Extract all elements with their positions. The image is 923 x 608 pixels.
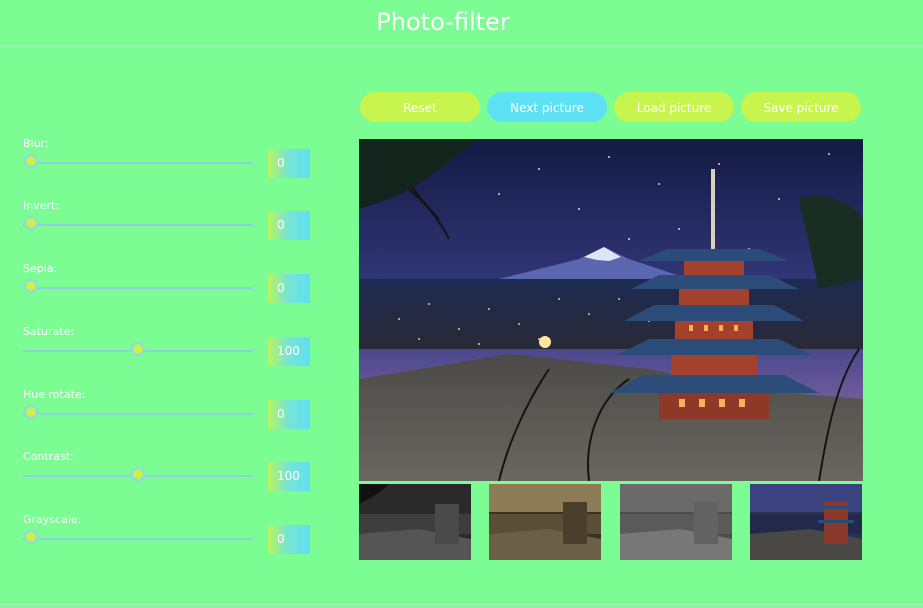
thumbnail-grayscale-dark[interactable]: [359, 484, 471, 560]
grayscale-slider-thumb[interactable]: [24, 530, 38, 544]
contrast-value: 100: [268, 462, 310, 491]
load-picture-button[interactable]: Load picture: [614, 92, 734, 122]
grayscale-value: 0: [268, 525, 310, 554]
next-picture-button[interactable]: Next picture: [487, 92, 607, 122]
sepia-value: 0: [268, 274, 310, 303]
blur-slider-thumb[interactable]: [24, 154, 38, 168]
blur-slider[interactable]: [23, 162, 253, 164]
save-picture-button[interactable]: Save picture: [741, 92, 861, 122]
saturate-label: Saturate:: [23, 325, 75, 338]
hue-rotate-slider-thumb[interactable]: [24, 405, 38, 419]
saturate-value: 100: [268, 337, 310, 366]
thumbnail-sepia[interactable]: [489, 484, 601, 560]
grayscale-slider[interactable]: [23, 538, 253, 540]
sepia-slider[interactable]: [23, 287, 253, 289]
grayscale-label: Grayscale:: [23, 513, 82, 526]
main-photo: [359, 139, 863, 481]
control-sepia: Sepia: 0: [0, 262, 330, 322]
sepia-slider-thumb[interactable]: [24, 279, 38, 293]
contrast-label: Contrast:: [23, 450, 74, 463]
invert-label: Invert:: [23, 199, 60, 212]
page-title: Photo-filter: [376, 8, 510, 36]
hue-rotate-slider[interactable]: [23, 413, 253, 415]
control-blur: Blur: 0: [0, 137, 330, 197]
thumbnail-color[interactable]: [750, 484, 862, 560]
invert-slider[interactable]: [23, 224, 253, 226]
blur-value: 0: [268, 149, 310, 178]
hue-rotate-value: 0: [268, 400, 310, 429]
control-hue-rotate: Hue rotate: 0: [0, 388, 330, 448]
saturate-slider-thumb[interactable]: [131, 342, 145, 356]
contrast-slider-thumb[interactable]: [131, 467, 145, 481]
reset-button[interactable]: Reset: [360, 92, 480, 122]
control-grayscale: Grayscale: 0: [0, 513, 330, 573]
control-contrast: Contrast: 100: [0, 450, 330, 510]
blur-label: Blur:: [23, 137, 49, 150]
thumbnail-grayscale-light[interactable]: [620, 484, 732, 560]
header: Photo-filter: [0, 0, 923, 47]
footer-divider: [0, 604, 923, 605]
invert-slider-thumb[interactable]: [24, 216, 38, 230]
control-saturate: Saturate: 100: [0, 325, 330, 385]
invert-value: 0: [268, 211, 310, 240]
control-invert: Invert: 0: [0, 199, 330, 259]
hue-rotate-label: Hue rotate:: [23, 388, 86, 401]
sepia-label: Sepia:: [23, 262, 58, 275]
